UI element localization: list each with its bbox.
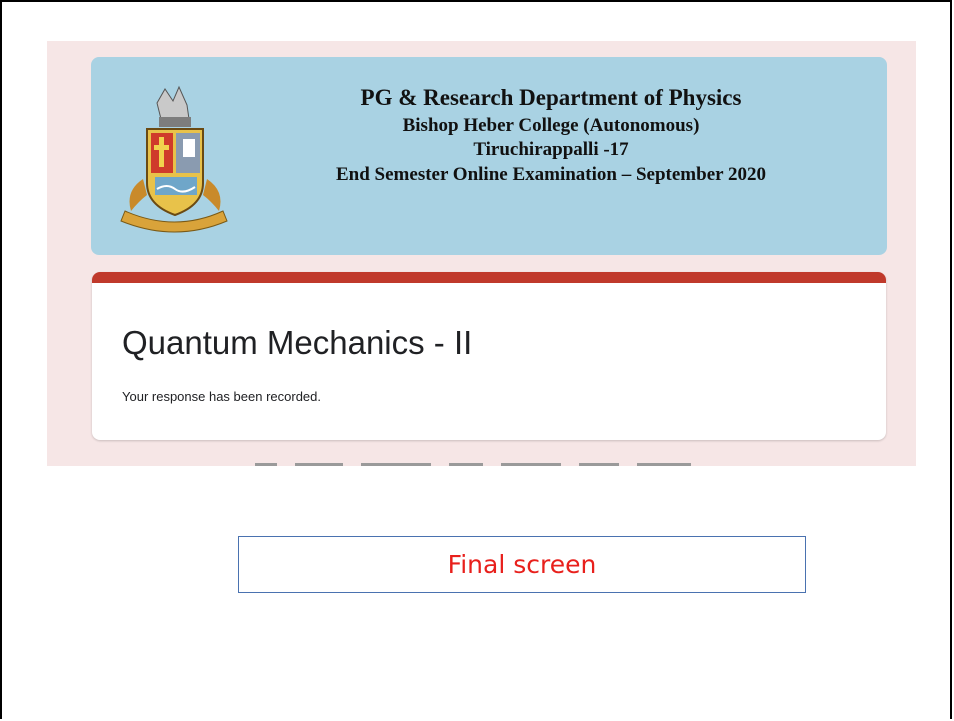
form-screenshot: PG & Research Department of Physics Bish…	[47, 41, 916, 466]
college-location: Tiruchirappalli -17	[473, 139, 629, 160]
college-name: Bishop Heber College (Autonomous)	[402, 115, 700, 136]
card-accent-bar	[92, 272, 886, 283]
college-crest-icon	[120, 85, 228, 233]
exam-name: End Semester Online Examination – Septem…	[336, 164, 766, 185]
confirmation-message: Your response has been recorded.	[122, 389, 321, 404]
header-banner: PG & Research Department of Physics Bish…	[91, 57, 887, 255]
banner-text: PG & Research Department of Physics Bish…	[241, 83, 861, 187]
cropped-footer-text	[255, 459, 715, 466]
slide-frame-edge	[950, 0, 952, 719]
caption-label: Final screen	[447, 550, 597, 579]
caption-box: Final screen	[238, 536, 806, 593]
form-title: Quantum Mechanics - II	[122, 324, 473, 361]
form-card: Quantum Mechanics - II Your response has…	[92, 272, 886, 440]
department-name: PG & Research Department of Physics	[360, 85, 742, 110]
